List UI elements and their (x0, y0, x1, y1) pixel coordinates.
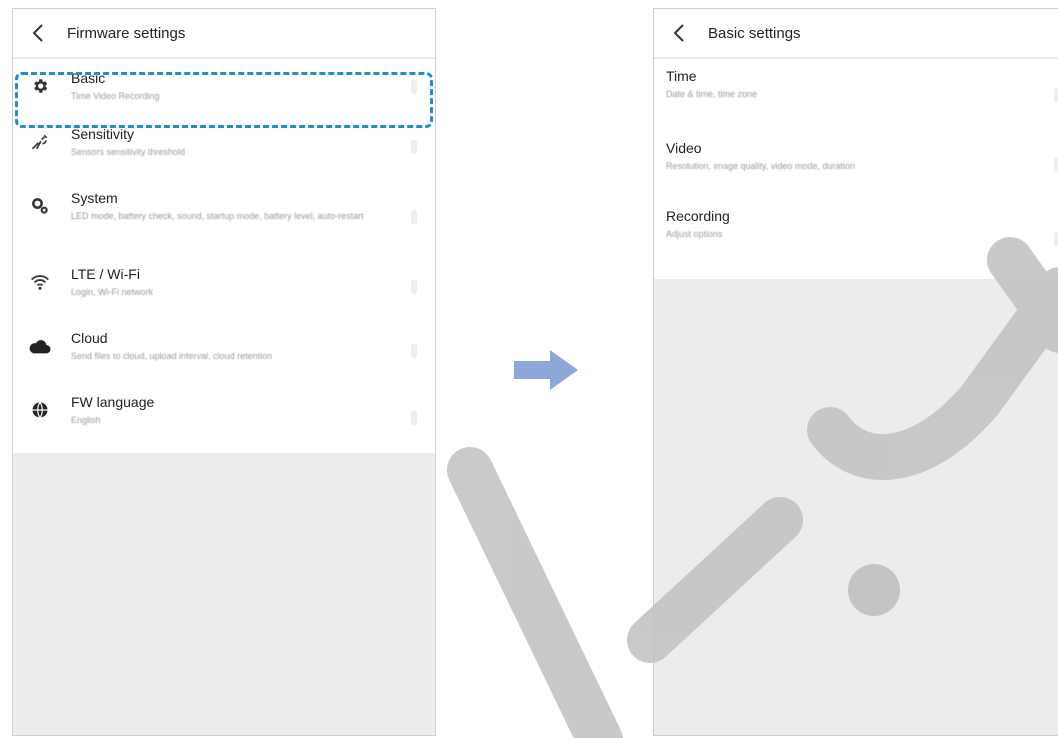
settings-item-subtitle: English (71, 415, 101, 425)
gear-icon (29, 75, 51, 97)
settings-item-fw-language[interactable]: FW language English (13, 383, 435, 453)
settings-item-subtitle: Login, Wi-Fi network (71, 287, 154, 297)
settings-item-subtitle: LED mode, battery check, sound, startup … (71, 211, 364, 221)
chevron-right-icon (411, 210, 417, 224)
settings-item-subtitle: Send files to cloud, upload interval, cl… (71, 351, 273, 361)
gears-icon (29, 195, 51, 217)
chevron-right-icon (411, 411, 417, 425)
firmware-settings-screen: Firmware settings Basic Time Video Recor… (12, 8, 436, 736)
settings-item-label: Recording (666, 208, 730, 224)
back-arrow-icon[interactable] (668, 22, 690, 44)
back-arrow-icon[interactable] (27, 22, 49, 44)
settings-item-recording[interactable]: Recording Adjust options (654, 199, 1058, 279)
app-bar: Basic settings (654, 9, 1058, 59)
chevron-right-icon (1054, 158, 1058, 172)
chevron-right-icon (411, 80, 417, 94)
settings-item-system[interactable]: System LED mode, battery check, sound, s… (13, 179, 435, 255)
basic-settings-screen: Basic settings Time Date & time, time zo… (653, 8, 1058, 736)
settings-item-subtitle: Sensors sensitivity threshold (71, 147, 186, 157)
page-title: Firmware settings (67, 24, 186, 42)
settings-item-sensitivity[interactable]: Sensitivity Sensors sensitivity threshol… (13, 115, 435, 179)
settings-item-label: LTE / Wi-Fi (71, 266, 140, 282)
settings-item-subtitle: Date & time, time zone (666, 89, 758, 99)
wifi-icon (29, 271, 51, 293)
sensitivity-icon (29, 131, 51, 153)
settings-item-label: FW language (71, 394, 155, 410)
chevron-right-icon (1054, 88, 1058, 102)
settings-item-label: System (71, 190, 118, 206)
chevron-right-icon (411, 344, 417, 358)
settings-item-label: Basic (71, 70, 106, 86)
chevron-right-icon (411, 280, 417, 294)
settings-item-label: Cloud (71, 330, 108, 346)
chevron-right-icon (411, 140, 417, 154)
settings-item-subtitle: Adjust options (666, 229, 723, 239)
settings-item-subtitle: Time Video Recording (71, 91, 160, 101)
settings-item-video[interactable]: Video Resolution, image quality, video m… (654, 131, 1058, 199)
settings-item-subtitle: Resolution, image quality, video mode, d… (666, 161, 855, 171)
settings-item-label: Sensitivity (71, 126, 135, 142)
chevron-right-icon (1054, 232, 1058, 246)
cloud-icon (29, 335, 51, 357)
app-bar: Firmware settings (13, 9, 435, 59)
settings-item-label: Time (666, 68, 697, 84)
globe-icon (29, 399, 51, 421)
page-title: Basic settings (708, 24, 801, 42)
settings-list: Time Date & time, time zone Video Resolu… (654, 59, 1058, 279)
settings-item-basic[interactable]: Basic Time Video Recording (13, 59, 435, 115)
settings-item-time[interactable]: Time Date & time, time zone (654, 59, 1058, 131)
settings-item-lte-wifi[interactable]: LTE / Wi-Fi Login, Wi-Fi network (13, 255, 435, 319)
transition-arrow-icon (514, 350, 580, 395)
settings-item-label: Video (666, 140, 702, 156)
settings-item-cloud[interactable]: Cloud Send files to cloud, upload interv… (13, 319, 435, 383)
settings-list: Basic Time Video Recording Sensitivity S… (13, 59, 435, 453)
